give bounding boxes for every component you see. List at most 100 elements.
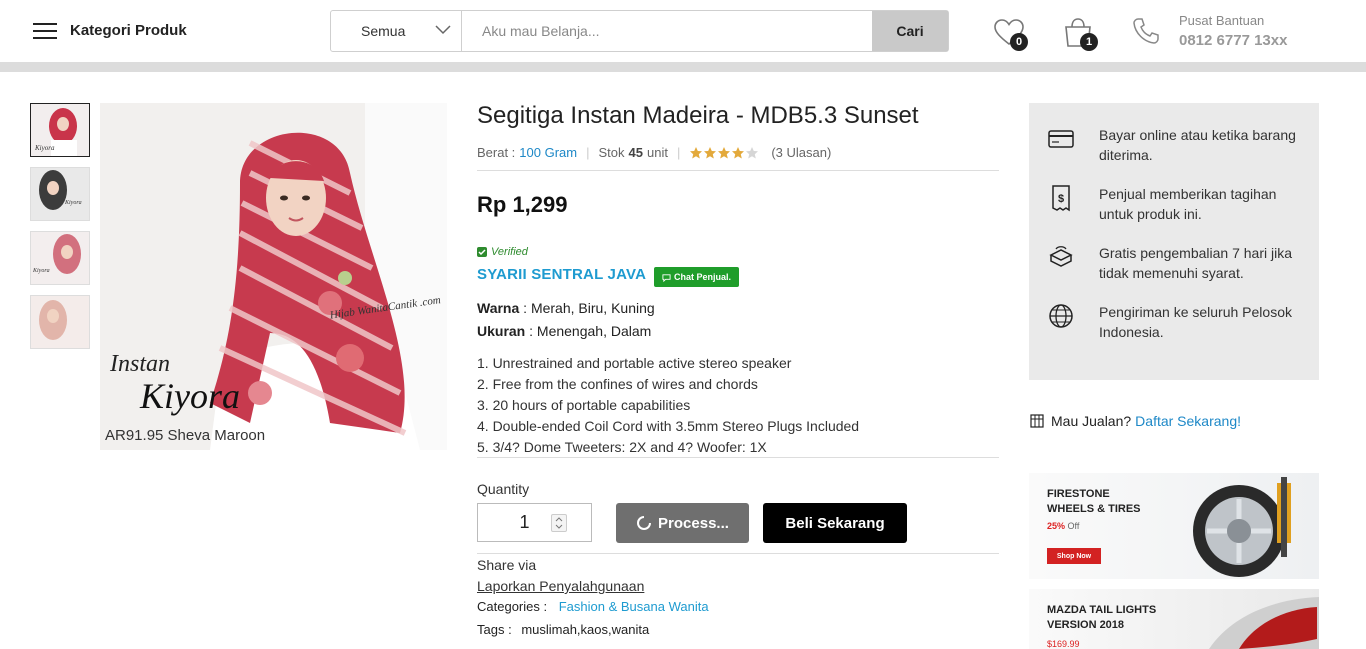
- register-link[interactable]: Daftar Sekarang!: [1135, 413, 1241, 429]
- script-text-instan: Instan: [109, 351, 170, 377]
- category-link[interactable]: Fashion & Busana Wanita: [559, 599, 709, 614]
- divider: [477, 457, 999, 458]
- stock-unit: unit: [646, 145, 668, 160]
- discount-value: 25%: [1047, 521, 1066, 531]
- divider: [477, 553, 999, 554]
- share-label: Share via: [477, 557, 537, 573]
- wishlist-button[interactable]: 0: [992, 16, 1028, 51]
- tags-label: Tags :: [477, 622, 512, 637]
- header-divider: [0, 62, 1366, 72]
- star-filled-icon: [718, 146, 731, 158]
- shop-now-button[interactable]: Shop Now: [1047, 548, 1101, 564]
- banner-title: WHEELS & TIRES: [1047, 503, 1141, 515]
- add-to-cart-button[interactable]: Process...: [616, 503, 749, 543]
- help-phone-number[interactable]: 0812 6777 13xx: [1179, 32, 1287, 49]
- banner-firestone[interactable]: FIRESTONE WHEELS & TIRES 25% Off Shop No…: [1029, 473, 1319, 579]
- quantity-stepper[interactable]: [551, 514, 567, 532]
- cart-count-badge: 1: [1080, 33, 1098, 51]
- search-placeholder: Aku mau Belanja...: [482, 23, 600, 39]
- chat-bubble-icon: [662, 273, 671, 282]
- feature-item: 3. 20 hours of portable capabilities: [477, 397, 691, 413]
- banner-title: VERSION 2018: [1047, 619, 1125, 631]
- hamburger-menu-icon[interactable]: [33, 23, 57, 41]
- quantity-input[interactable]: 1: [477, 503, 592, 542]
- thumbnail-list: Kiyora Kiyora Kiyora: [30, 103, 90, 359]
- report-abuse-link[interactable]: Laporkan Penyalahgunaan: [477, 578, 644, 594]
- star-empty-icon: [746, 146, 759, 158]
- process-label: Process...: [658, 514, 729, 532]
- size-label: Ukuran: [477, 323, 526, 339]
- check-icon: [477, 247, 487, 257]
- search-category-select[interactable]: Semua: [331, 11, 462, 51]
- category-menu-label[interactable]: Kategori Produk: [70, 22, 187, 39]
- tags-value[interactable]: muslimah,kaos,wanita: [521, 622, 649, 637]
- color-value: : Merah, Biru, Kuning: [523, 300, 655, 316]
- banner-mazda[interactable]: MAZDA TAIL LIGHTS VERSION 2018 $169.99: [1029, 589, 1319, 649]
- service-info-panel: Bayar online atau ketika barang diterima…: [1029, 103, 1319, 380]
- weight-label: Berat :: [477, 145, 516, 160]
- quantity-value: 1: [519, 512, 530, 532]
- meta-separator: |: [586, 145, 590, 160]
- banner-title: MAZDA TAIL LIGHTS: [1047, 604, 1157, 616]
- seller-name[interactable]: SYARII SENTRAL JAVA: [477, 266, 646, 283]
- verified-label: Verified: [491, 246, 528, 258]
- stock-label: Stok: [598, 145, 625, 160]
- banner-discount: 25% Off: [1047, 521, 1079, 531]
- review-count[interactable]: (3 Ulasan): [771, 145, 831, 160]
- product-title: Segitiga Instan Madeira - MDB5.3 Sunset: [477, 102, 919, 129]
- thumbnail-4[interactable]: [30, 295, 90, 349]
- chevron-down-icon: [435, 25, 451, 35]
- info-text: Pengiriman ke seluruh Pelosok Indonesia.: [1099, 304, 1292, 340]
- buy-now-button[interactable]: Beli Sekarang: [763, 503, 907, 543]
- quantity-label: Quantity: [477, 481, 530, 497]
- info-text: Gratis pengembalian 7 hari jika tidak me…: [1099, 245, 1292, 281]
- top-header: Kategori Produk Semua Aku mau Belanja...…: [0, 0, 1366, 62]
- wishlist-count-badge: 0: [1010, 33, 1028, 51]
- search-button[interactable]: Cari: [872, 11, 948, 51]
- color-attribute: Warna : Merah, Biru, Kuning: [477, 300, 655, 316]
- globe-icon: [1049, 304, 1073, 328]
- thumbnail-2[interactable]: Kiyora: [30, 167, 90, 221]
- size-value: : Menengah, Dalam: [529, 323, 652, 339]
- cart-button[interactable]: 1: [1061, 16, 1098, 51]
- thumbnail-3[interactable]: Kiyora: [30, 231, 90, 285]
- svg-text:Kiyora: Kiyora: [34, 144, 55, 152]
- banner-price: $169.99: [1047, 639, 1080, 649]
- feature-item: 2. Free from the confines of wires and c…: [477, 376, 758, 392]
- categories-row: Categories : Fashion & Busana Wanita: [477, 599, 709, 614]
- star-filled-icon: [690, 146, 703, 158]
- info-text: Penjual memberikan tagihan untuk produk …: [1099, 186, 1277, 222]
- rating-stars: [689, 146, 759, 160]
- svg-text:$: $: [1058, 193, 1064, 205]
- tail-light-image: [1209, 597, 1319, 649]
- meta-separator: |: [676, 145, 681, 160]
- feature-item: 5. 3/4? Dome Tweeters: 2X and 4? Woofer:…: [477, 439, 767, 455]
- image-caption: AR91.95 Sheva Maroon: [105, 427, 265, 444]
- thumbnail-1[interactable]: Kiyora: [30, 103, 90, 157]
- color-label: Warna: [477, 300, 520, 316]
- feature-item: 4. Double-ended Coil Cord with 3.5mm Ste…: [477, 418, 860, 434]
- product-main-image[interactable]: Instan Kiyora Hijab WanitaCantik .com AR…: [100, 103, 447, 450]
- wheel-image: [1193, 477, 1291, 577]
- verified-badge: Verified: [477, 246, 528, 258]
- product-meta: Berat : 100 Gram | Stok 45 unit | (3 Ula…: [477, 145, 831, 160]
- spinner-icon: [637, 516, 652, 530]
- become-seller-row: Mau Jualan? Daftar Sekarang!: [1029, 413, 1241, 429]
- categories-label: Categories :: [477, 599, 548, 614]
- tags-row: Tags : muslimah,kaos,wanita: [477, 622, 649, 637]
- product-price: Rp 1,299: [477, 192, 568, 217]
- phone-icon: [1133, 18, 1159, 44]
- search-input[interactable]: Aku mau Belanja...: [462, 11, 872, 51]
- search-bar: Semua Aku mau Belanja... Cari: [330, 10, 949, 52]
- banner-title: FIRESTONE: [1047, 488, 1110, 500]
- return-box-icon: [1049, 246, 1073, 267]
- chat-seller-label: Chat Penjual.: [674, 272, 732, 282]
- info-text: Bayar online atau ketika barang diterima…: [1099, 127, 1296, 163]
- star-filled-icon: [732, 146, 745, 158]
- invoice-icon: $: [1052, 185, 1070, 212]
- feature-item: 1. Unrestrained and portable active ster…: [477, 355, 792, 371]
- credit-card-icon: [1048, 130, 1074, 148]
- svg-text:Kiyora: Kiyora: [64, 200, 82, 206]
- chat-seller-button[interactable]: Chat Penjual.: [654, 267, 740, 287]
- svg-text:Kiyora: Kiyora: [32, 268, 50, 274]
